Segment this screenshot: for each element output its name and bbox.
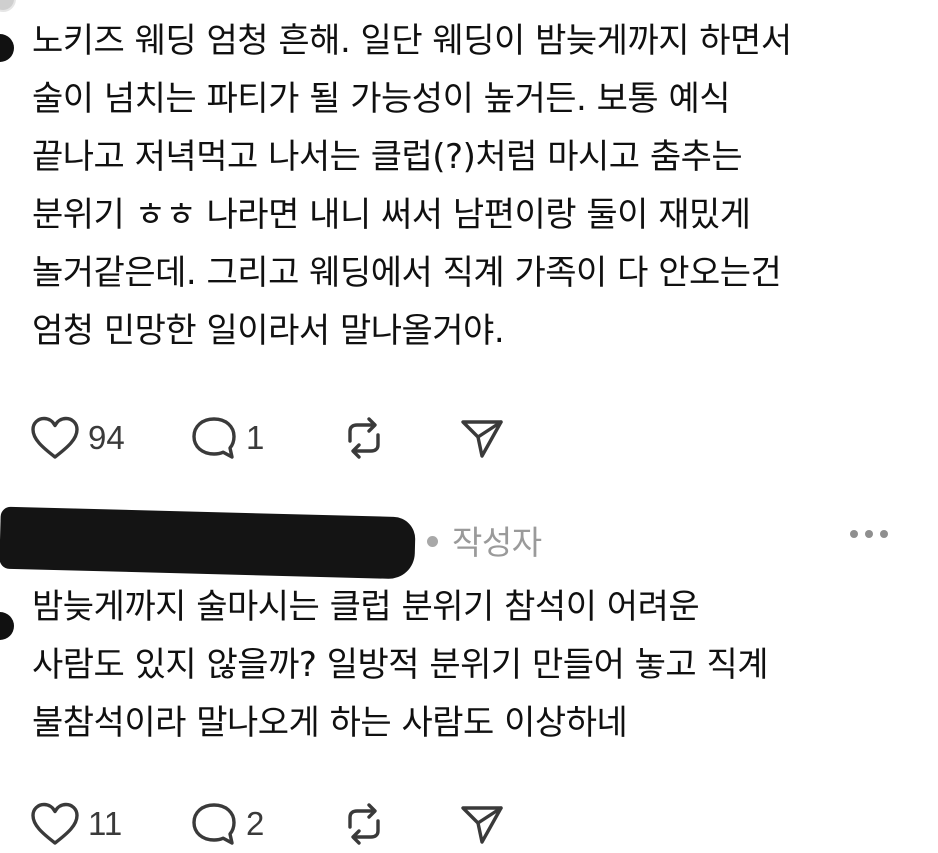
- reply-actions: 11 2: [30, 802, 506, 846]
- redacted-username: [0, 506, 416, 580]
- comment-bubble-icon: [190, 415, 238, 461]
- repost-button[interactable]: [340, 415, 458, 461]
- comment-count: 1: [246, 419, 265, 456]
- comment-button[interactable]: 2: [190, 801, 340, 847]
- share-button[interactable]: [458, 415, 506, 461]
- like-count: 11: [88, 805, 123, 842]
- avatar-partial[interactable]: [0, 0, 16, 12]
- heart-icon: [30, 802, 80, 846]
- reply-body: 밤늦게까지 술마시는 클럽 분위기 참석이 어려운 사람도 있지 않을까? 일방…: [32, 587, 769, 743]
- post-actions: 94 1: [30, 416, 506, 460]
- repost-icon: [340, 415, 388, 461]
- comment-bubble-icon: [190, 801, 238, 847]
- like-button[interactable]: 11: [30, 802, 190, 846]
- like-count: 94: [88, 419, 125, 456]
- comment-button[interactable]: 1: [190, 415, 340, 461]
- send-icon: [458, 415, 506, 461]
- like-button[interactable]: 94: [30, 416, 190, 460]
- avatar[interactable]: [0, 612, 14, 640]
- author-badge: 작성자: [452, 523, 542, 562]
- avatar[interactable]: [0, 34, 14, 62]
- comment-count: 2: [246, 805, 265, 842]
- heart-icon: [30, 416, 80, 460]
- separator-dot: [427, 536, 438, 547]
- repost-button[interactable]: [340, 801, 458, 847]
- send-icon: [458, 801, 506, 847]
- repost-icon: [340, 801, 388, 847]
- post-body: 노키즈 웨딩 엄청 흔해. 일단 웨딩이 밤늦게까지 하면서 술이 넘치는 파티…: [32, 21, 792, 351]
- share-button[interactable]: [458, 801, 506, 847]
- more-dots-icon[interactable]: [850, 530, 888, 538]
